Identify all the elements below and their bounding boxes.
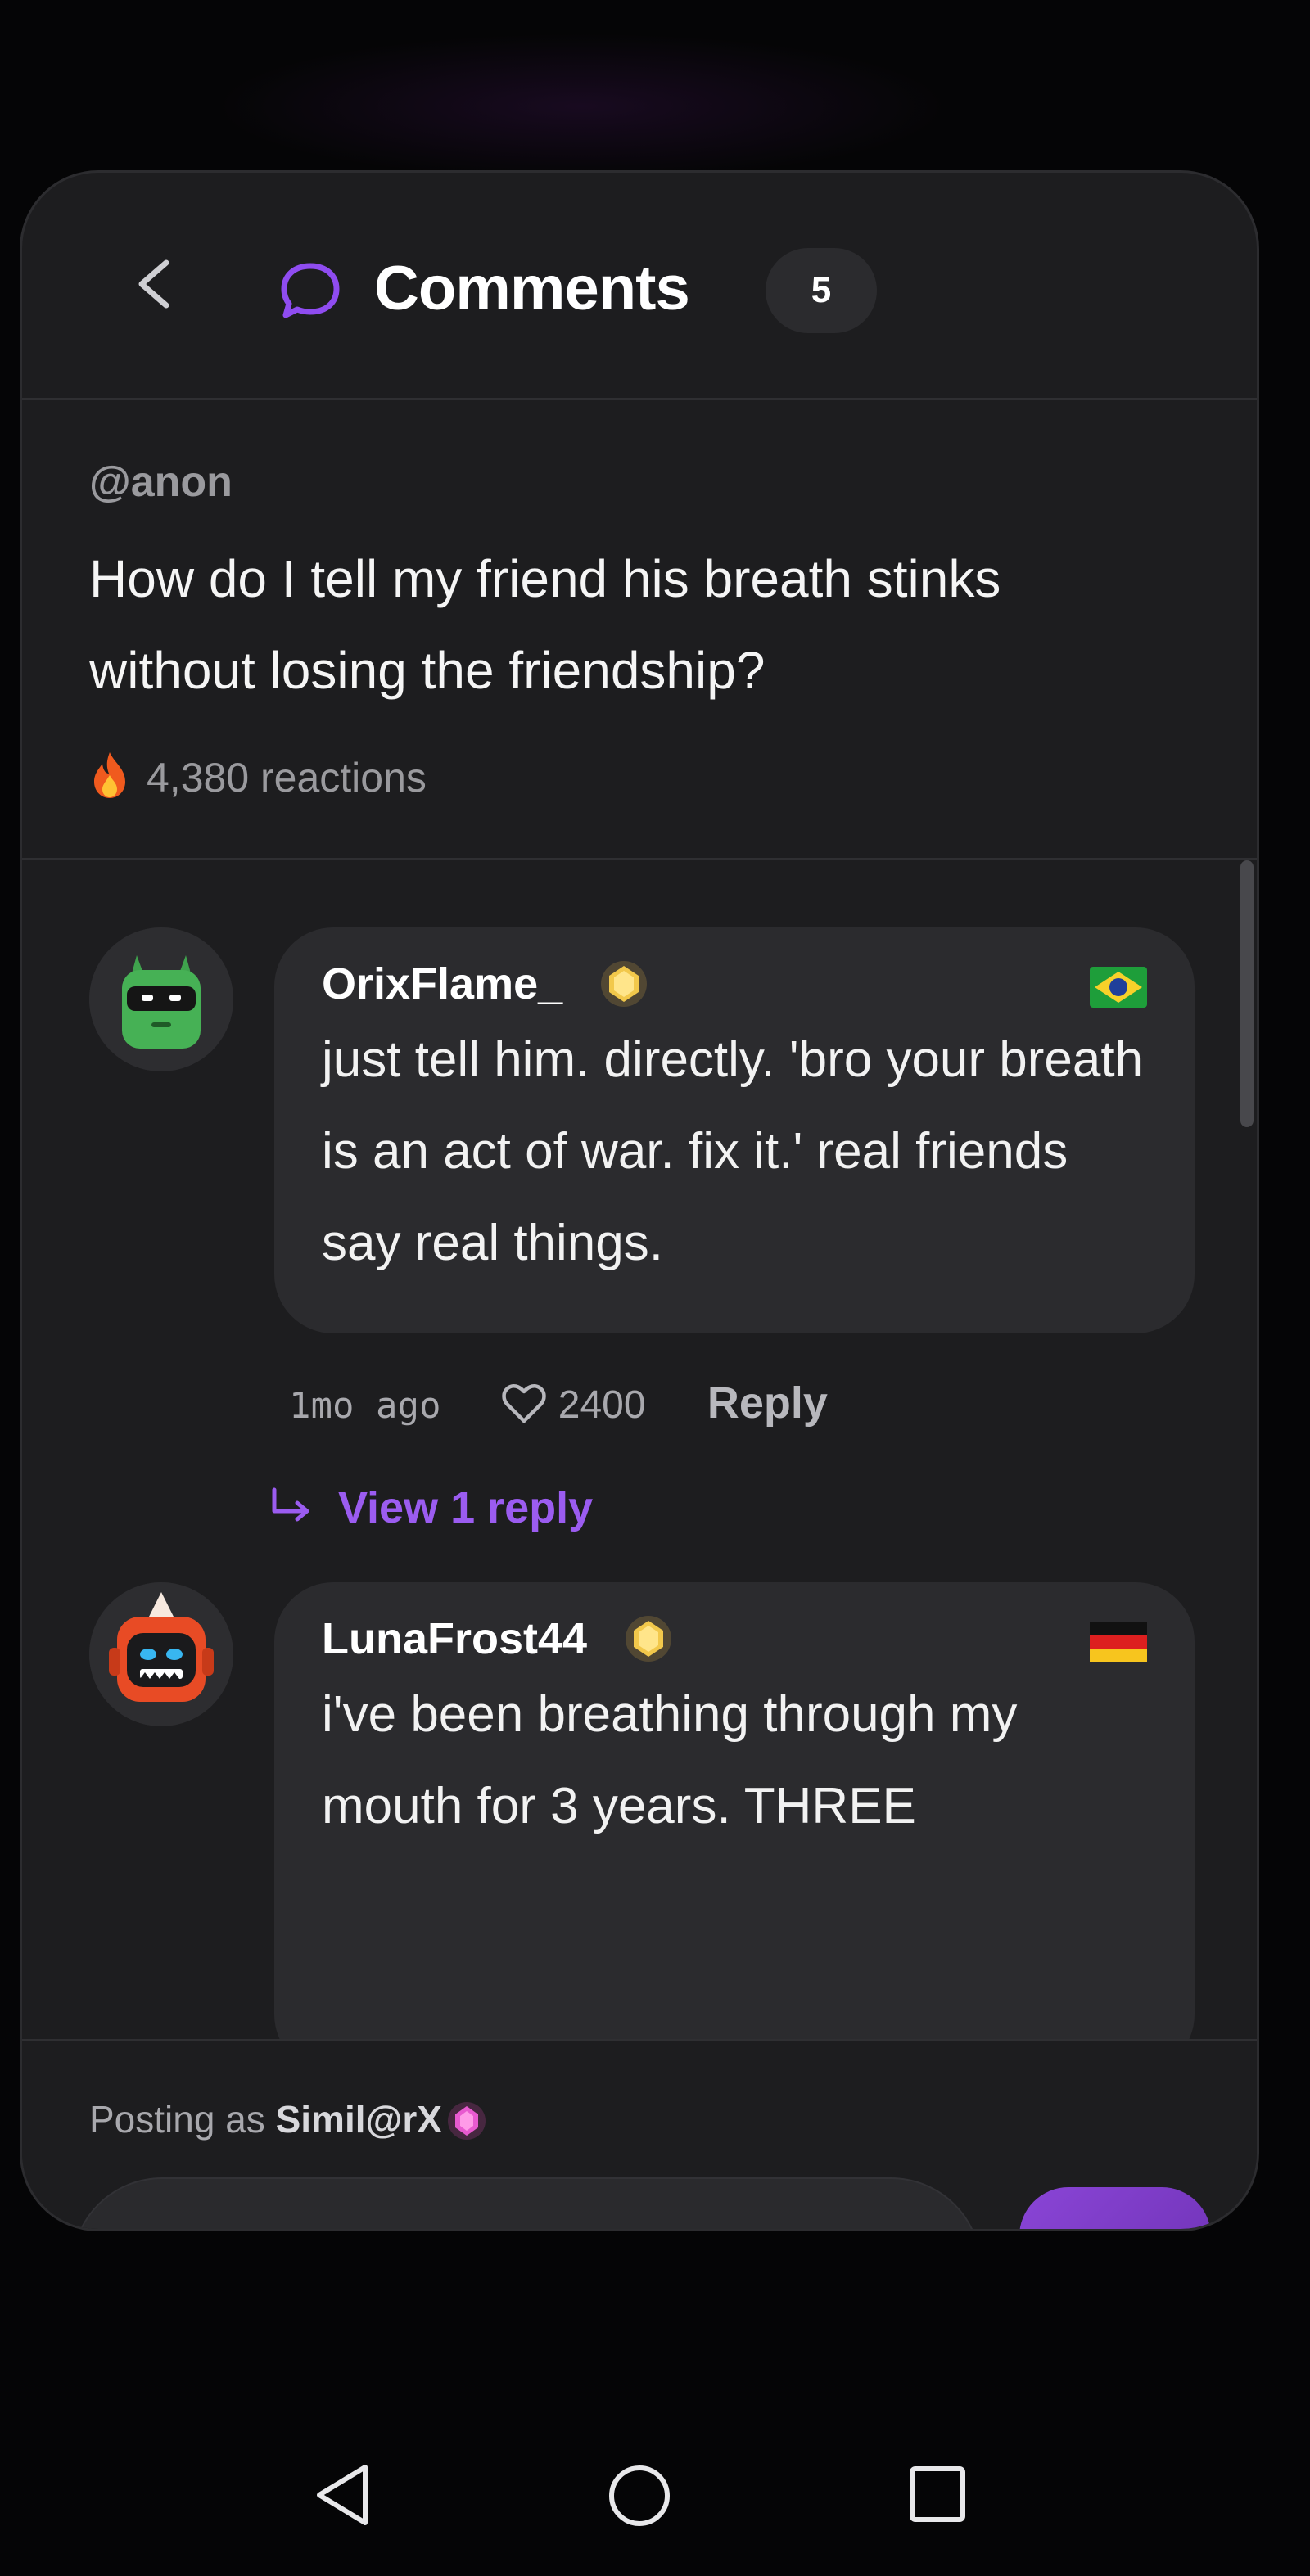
comment-bubble: OrixFlame_ just tell him. directly. 'bro… bbox=[274, 927, 1195, 1333]
comment-bubble: LunaFrost44 i've been breathing through … bbox=[274, 1582, 1195, 2039]
comment-input[interactable] bbox=[71, 2177, 982, 2229]
nav-home-icon[interactable] bbox=[608, 2464, 671, 2528]
comments-header: Comments 5 bbox=[22, 173, 1257, 400]
posting-prefix: Posting as bbox=[89, 2098, 265, 2141]
avatar[interactable] bbox=[89, 1582, 233, 1726]
orange-robot-avatar bbox=[89, 1582, 233, 1726]
chat-bubble-icon bbox=[281, 263, 340, 318]
comment-username[interactable]: OrixFlame_ bbox=[322, 959, 562, 1009]
reply-arrow-icon bbox=[272, 1487, 309, 1522]
green-robot-avatar bbox=[89, 927, 233, 1071]
view-replies-label: View 1 reply bbox=[338, 1483, 594, 1532]
chevron-left-icon[interactable] bbox=[130, 258, 179, 310]
comments-list[interactable]: OrixFlame_ just tell him. directly. 'bro… bbox=[22, 860, 1257, 2039]
posting-as-label: Posting as Simil@rX bbox=[89, 2097, 486, 2141]
germany-flag-icon bbox=[1090, 1622, 1147, 1662]
comment-meta: 1mo ago 2400 Reply bbox=[289, 1378, 828, 1428]
pink-gem-icon bbox=[447, 2102, 486, 2140]
comment-count-badge: 5 bbox=[766, 248, 877, 333]
scrollbar-thumb[interactable] bbox=[1240, 860, 1254, 1127]
reply-button[interactable]: Reply bbox=[707, 1378, 828, 1428]
comments-panel: Comments 5 @anon How do I tell my friend… bbox=[20, 170, 1259, 2231]
gold-gem-icon bbox=[600, 961, 647, 1007]
comment-text: i've been breathing through my mouth for… bbox=[322, 1686, 1018, 1834]
original-post: @anon How do I tell my friend his breath… bbox=[22, 400, 1257, 860]
fire-icon bbox=[94, 752, 125, 798]
page-title: Comments bbox=[374, 254, 690, 323]
like-count: 2400 bbox=[558, 1383, 646, 1427]
comment-time: 1mo ago bbox=[289, 1385, 441, 1427]
system-nav-bar bbox=[0, 2423, 1310, 2576]
gold-gem-icon bbox=[625, 1616, 671, 1662]
comment-username[interactable]: LunaFrost44 bbox=[322, 1613, 587, 1664]
avatar[interactable] bbox=[89, 927, 233, 1071]
post-reactions: 4,380 reactions bbox=[89, 751, 427, 801]
posting-username: Simil@rX bbox=[275, 2098, 442, 2141]
brazil-flag-icon bbox=[1090, 967, 1147, 1008]
comment-text: just tell him. directly. 'bro your breat… bbox=[322, 1031, 1144, 1271]
post-author: @anon bbox=[89, 458, 233, 506]
heart-icon[interactable] bbox=[501, 1383, 547, 1424]
background-glow bbox=[213, 33, 950, 180]
post-text: How do I tell my friend his breath stink… bbox=[89, 549, 1001, 700]
reactions-count: 4,380 reactions bbox=[147, 755, 427, 801]
nav-back-icon[interactable] bbox=[313, 2462, 372, 2528]
send-button[interactable] bbox=[1019, 2187, 1211, 2229]
nav-recents-icon[interactable] bbox=[909, 2465, 966, 2523]
view-replies-link[interactable]: View 1 reply bbox=[268, 1482, 593, 1533]
comment-composer: Posting as Simil@rX bbox=[22, 2039, 1257, 2229]
